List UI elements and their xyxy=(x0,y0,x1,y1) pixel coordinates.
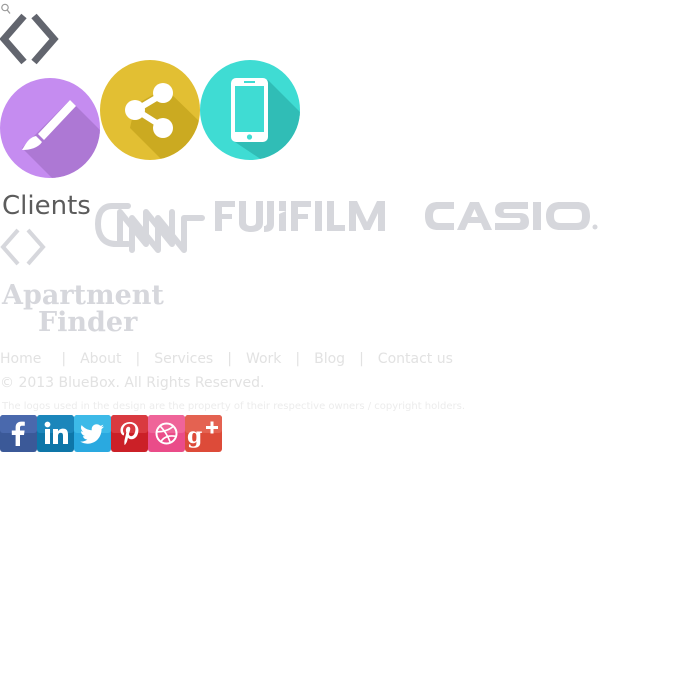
linkedin-icon[interactable] xyxy=(37,415,74,452)
nav-separator: | xyxy=(135,351,141,367)
footer-link-blog[interactable]: Blog xyxy=(314,351,345,367)
footer-nav: Home | About | Services | Work | Blog | Contact us xyxy=(0,349,453,369)
svg-text:Finder: Finder xyxy=(38,307,138,336)
twitter-icon[interactable] xyxy=(74,415,111,452)
footer-link-work[interactable]: Work xyxy=(246,351,281,367)
facebook-icon[interactable] xyxy=(0,415,37,452)
cnn-logo xyxy=(94,200,208,255)
smartphone-service-icon xyxy=(200,60,300,160)
diamond-arrows-icon[interactable] xyxy=(0,12,60,67)
fujifilm-logo xyxy=(215,198,415,234)
smartphone-icon xyxy=(231,78,300,160)
svg-text:g: g xyxy=(187,423,202,449)
casio-logo xyxy=(424,198,600,234)
diamond-outline-icon xyxy=(0,226,50,268)
paintbrush-icon xyxy=(22,100,100,178)
google-plus-icon[interactable]: g xyxy=(185,415,222,452)
footer-link-services[interactable]: Services xyxy=(154,351,213,367)
copyright-text: © 2013 BlueBox. All Rights Reserved. xyxy=(0,375,265,391)
footer-link-contact[interactable]: Contact us xyxy=(378,351,453,367)
paintbrush-service-icon xyxy=(0,78,100,178)
pinterest-icon[interactable] xyxy=(111,415,148,452)
nav-separator: | xyxy=(295,351,301,367)
search-icon[interactable] xyxy=(0,0,12,14)
social-links: g xyxy=(0,415,222,453)
footer-link-home[interactable]: Home xyxy=(0,351,41,367)
clients-heading: Clients xyxy=(2,191,91,221)
apartment-finder-logo: Apartment Finder xyxy=(0,280,185,338)
logo-disclaimer: The logos used in the design are the pro… xyxy=(2,401,466,412)
share-icon xyxy=(125,83,200,160)
nav-separator: | xyxy=(61,351,67,367)
dribbble-icon[interactable] xyxy=(148,415,185,452)
nav-separator: | xyxy=(227,351,232,367)
nav-separator: | xyxy=(359,351,364,367)
footer-link-about[interactable]: About xyxy=(80,351,121,367)
share-service-icon xyxy=(100,60,200,160)
